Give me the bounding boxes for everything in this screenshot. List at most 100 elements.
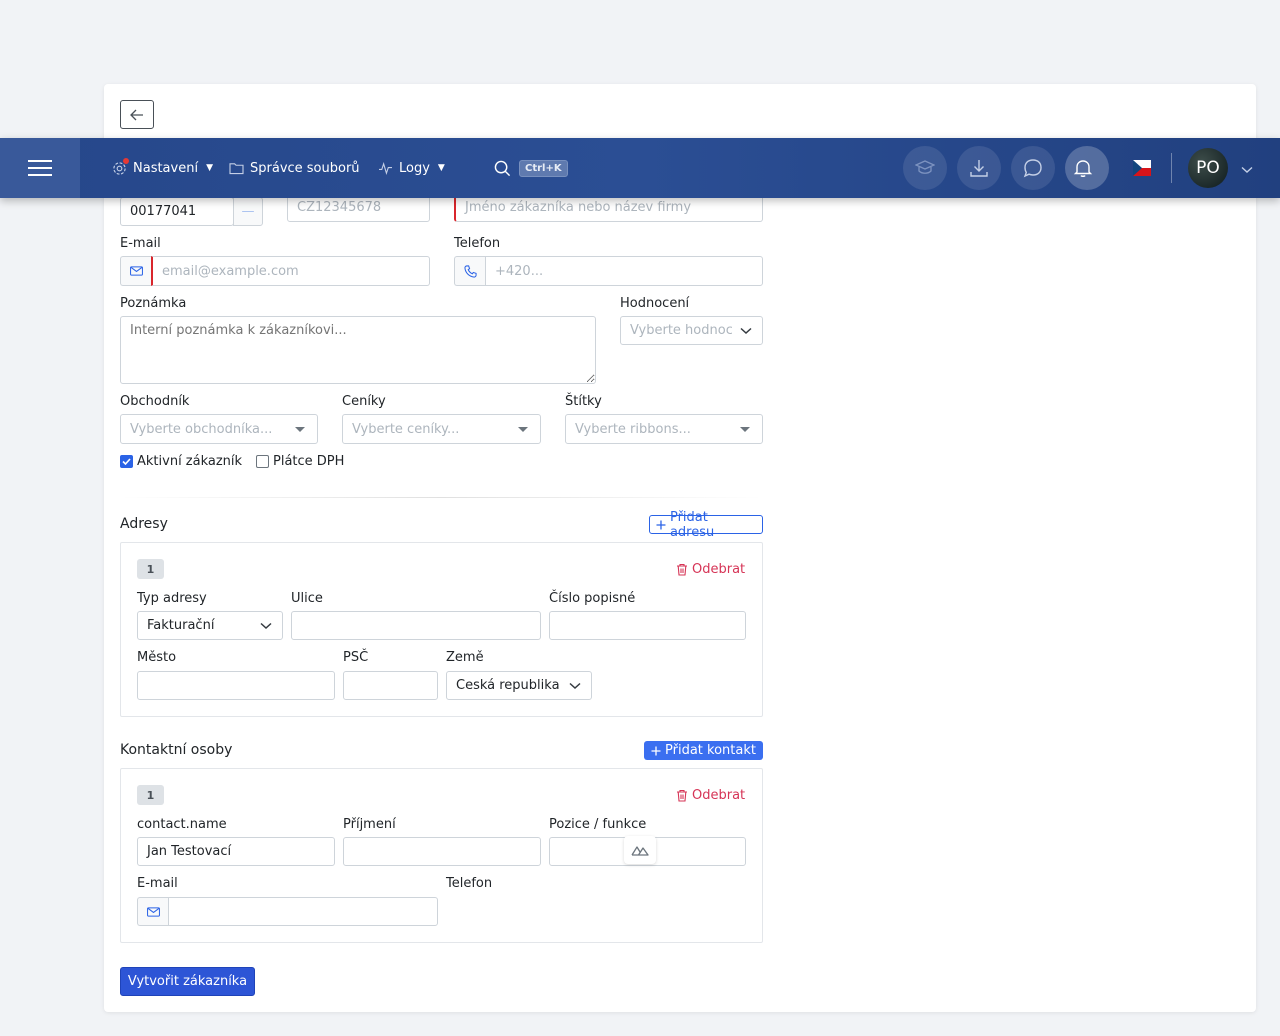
contact-email-input[interactable] — [168, 897, 438, 926]
zip-input[interactable] — [343, 671, 438, 700]
ico-lookup-button[interactable]: — — [233, 197, 263, 226]
tags-placeholder: Vyberte ribbons... — [575, 421, 691, 437]
vue-devtools-button[interactable] — [624, 836, 656, 864]
notification-dot — [1093, 164, 1101, 172]
vat-payer-checkbox[interactable] — [256, 455, 269, 468]
phone-icon — [464, 264, 477, 278]
house-number-input[interactable] — [549, 611, 746, 640]
download-button[interactable] — [957, 146, 1001, 190]
contact-email-addon — [137, 897, 169, 926]
nav-file-manager[interactable]: Správce souborů — [229, 138, 360, 198]
add-address-button[interactable]: Přidat adresu — [649, 510, 763, 540]
address-type-label: Typ adresy — [137, 591, 207, 606]
tags-select[interactable]: Vyberte ribbons... — [565, 414, 763, 444]
active-customer-checkbox[interactable] — [120, 455, 133, 468]
pricelists-label: Ceníky — [342, 394, 386, 409]
remove-contact-button[interactable]: Odebrat — [676, 788, 745, 803]
remove-address-button[interactable]: Odebrat — [676, 562, 745, 577]
graduation-cap-icon — [915, 160, 935, 174]
ico-input[interactable]: 00177041 — [120, 197, 234, 226]
language-switcher[interactable] — [1133, 160, 1151, 176]
search-shortcut-badge: Ctrl+K — [519, 159, 568, 177]
contact-surname-input[interactable] — [343, 837, 541, 866]
nav-settings-label: Nastavení — [133, 160, 199, 176]
global-search[interactable]: Ctrl+K — [494, 138, 568, 198]
plus-icon — [651, 746, 661, 755]
customer-name-placeholder: Jméno zákazníka nebo název firmy — [465, 200, 692, 215]
email-input[interactable]: email@example.com — [151, 256, 430, 286]
notifications-button[interactable] — [1065, 146, 1109, 190]
country-select[interactable]: Česká republika — [446, 671, 592, 700]
contact-email-label: E-mail — [137, 876, 178, 891]
street-input[interactable] — [291, 611, 541, 640]
contact-phone-label: Telefon — [446, 876, 493, 891]
hamburger-icon — [28, 160, 52, 176]
address-type-select[interactable]: Fakturační — [137, 611, 283, 640]
ico-lookup-label: — — [241, 204, 255, 219]
navbar-divider — [1171, 153, 1172, 183]
rating-select[interactable]: Vyberte hodnocení — [620, 316, 763, 345]
nav-settings[interactable]: Nastavení ▼ — [112, 138, 213, 198]
section-divider — [120, 497, 763, 498]
chat-button[interactable] — [1011, 146, 1055, 190]
activity-icon — [379, 161, 392, 175]
email-placeholder: email@example.com — [162, 263, 299, 279]
country-value: Česká republika — [456, 678, 560, 693]
czech-flag-icon — [1133, 160, 1151, 176]
salesman-select[interactable]: Vyberte obchodníka... — [120, 414, 318, 444]
remove-address-label: Odebrat — [692, 562, 746, 577]
caret-down-icon: ▼ — [437, 163, 445, 173]
arrow-left-icon — [130, 109, 143, 120]
download-icon — [970, 160, 988, 177]
rating-label: Hodnocení — [620, 296, 690, 311]
zip-label: PSČ — [343, 650, 369, 665]
rating-placeholder: Vyberte hodnocení — [630, 323, 732, 338]
contact-position-label: Pozice / funkce — [549, 817, 647, 832]
chevron-down-icon — [740, 327, 752, 334]
user-menu-toggle[interactable] — [1241, 163, 1253, 178]
search-icon — [494, 160, 511, 176]
gear-icon — [112, 157, 129, 176]
folder-icon — [229, 162, 244, 174]
city-label: Město — [137, 650, 177, 665]
user-avatar[interactable]: PO — [1188, 148, 1228, 188]
top-navbar: Nastavení ▼ Správce souborů Logy ▼ Ctrl+K — [0, 138, 1280, 198]
nav-logs[interactable]: Logy ▼ — [378, 138, 445, 198]
email-addon — [120, 256, 152, 286]
envelope-icon — [147, 906, 160, 917]
address-type-value: Fakturační — [147, 618, 215, 633]
contacts-title: Kontaktní osoby — [120, 742, 233, 758]
contact-name-input[interactable]: Jan Testovací — [137, 837, 335, 866]
house-number-label: Číslo popisné — [549, 591, 636, 606]
phone-input[interactable]: +420... — [485, 256, 763, 286]
city-input[interactable] — [137, 671, 335, 700]
note-textarea[interactable] — [120, 316, 596, 384]
academy-button[interactable] — [903, 146, 947, 190]
email-label: E-mail — [120, 236, 161, 251]
trash-icon — [677, 789, 687, 802]
tags-label: Štítky — [565, 394, 602, 409]
bell-icon — [1073, 160, 1093, 177]
caret-down-icon — [518, 427, 528, 432]
pricelists-placeholder: Vyberte ceníky... — [352, 421, 460, 437]
pricelists-select[interactable]: Vyberte ceníky... — [342, 414, 541, 444]
create-customer-button[interactable]: Vytvořit zákazníka — [120, 967, 255, 996]
caret-down-icon — [740, 427, 750, 432]
addresses-title: Adresy — [120, 516, 168, 532]
add-contact-button[interactable]: Přidat kontakt — [644, 741, 763, 760]
chevron-down-icon — [260, 622, 272, 629]
back-button[interactable] — [120, 100, 154, 129]
envelope-icon — [130, 266, 143, 276]
phone-label: Telefon — [454, 236, 501, 251]
caret-down-icon: ▼ — [206, 163, 213, 173]
note-label: Poznámka — [120, 296, 187, 311]
chat-bubble-icon — [1023, 159, 1042, 178]
plus-icon — [656, 520, 666, 529]
chevron-down-icon — [1241, 166, 1253, 173]
menu-toggle-button[interactable] — [0, 138, 80, 198]
add-contact-label: Přidat kontakt — [665, 743, 756, 758]
remove-contact-label: Odebrat — [692, 788, 746, 803]
country-label: Země — [446, 650, 484, 665]
trash-icon — [677, 563, 687, 576]
address-index-badge: 1 — [137, 559, 164, 579]
